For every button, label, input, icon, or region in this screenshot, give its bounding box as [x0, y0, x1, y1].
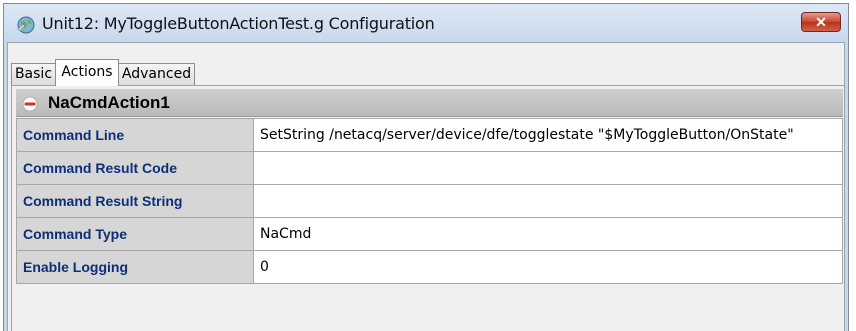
property-label: Command Line	[16, 118, 254, 152]
group-title: NaCmdAction1	[48, 93, 170, 112]
property-value-field[interactable]: SetString /netacq/server/device/dfe/togg…	[253, 118, 843, 152]
window-title: Unit12: MyToggleButtonActionTest.g Confi…	[42, 14, 435, 33]
close-button[interactable]: ✕	[801, 12, 841, 32]
title-bar[interactable]: Unit12: MyToggleButtonActionTest.g Confi…	[4, 4, 848, 44]
tab-actions[interactable]: Actions	[55, 59, 119, 86]
property-value-field[interactable]: NaCmd	[253, 217, 843, 251]
property-row-command-result-code: Command Result Code	[16, 151, 843, 185]
client-area: Basic Actions Advanced NaCmdAction1 Comm…	[7, 42, 845, 331]
actions-panel: NaCmdAction1 Command Line SetString /net…	[11, 85, 845, 331]
property-label: Enable Logging	[16, 250, 254, 284]
tab-basic[interactable]: Basic	[11, 63, 56, 85]
group-header[interactable]: NaCmdAction1	[16, 89, 843, 117]
property-value-field[interactable]: 0	[253, 250, 843, 284]
tab-advanced[interactable]: Advanced	[118, 63, 195, 85]
close-icon: ✕	[815, 13, 827, 30]
property-label: Command Result String	[16, 184, 254, 218]
config-window: Unit12: MyToggleButtonActionTest.g Confi…	[3, 3, 849, 331]
property-value-field[interactable]	[253, 184, 843, 218]
property-row-command-result-string: Command Result String	[16, 184, 843, 218]
property-row-enable-logging: Enable Logging 0	[16, 250, 843, 284]
property-row-command-line: Command Line SetString /netacq/server/de…	[16, 118, 843, 152]
property-label: Command Type	[16, 217, 254, 251]
property-row-command-type: Command Type NaCmd	[16, 217, 843, 251]
property-label: Command Result Code	[16, 151, 254, 185]
collapse-minus-icon[interactable]	[22, 96, 38, 112]
property-value-field[interactable]	[253, 151, 843, 185]
property-grid: Command Line SetString /netacq/server/de…	[16, 118, 843, 284]
globe-app-icon	[17, 16, 35, 34]
